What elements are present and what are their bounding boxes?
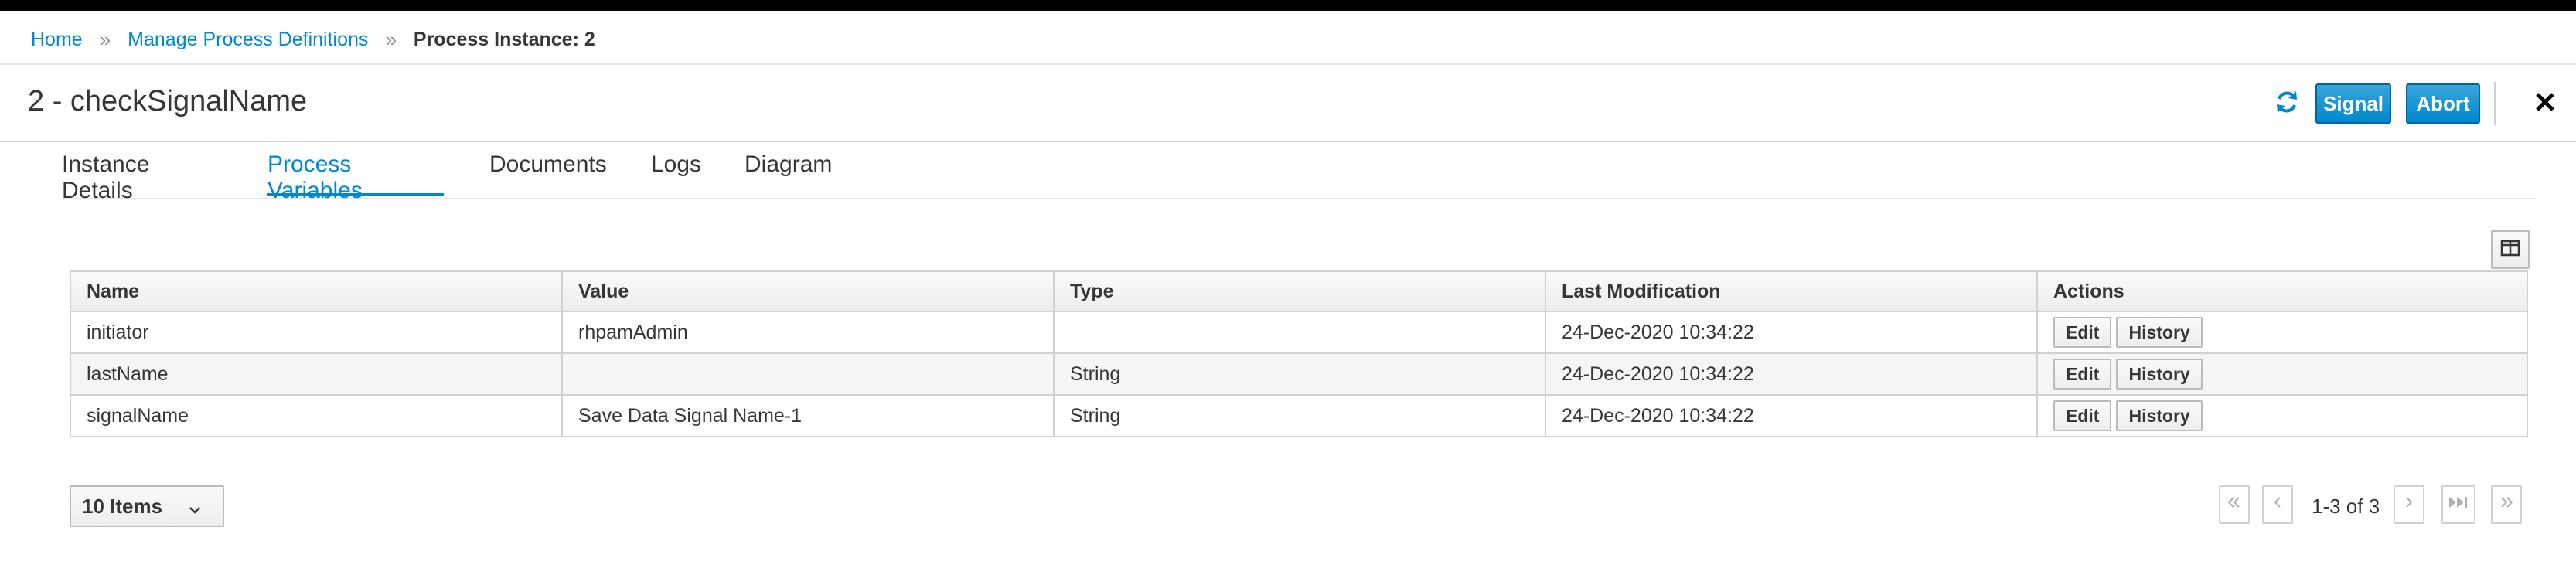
pagination-info: 1-3 of 3 <box>2312 495 2380 518</box>
column-header-last-modification[interactable]: Last Modification <box>1545 270 2038 312</box>
tab-documents[interactable]: Documents <box>489 151 613 196</box>
breadcrumb: Home » Manage Process Definitions » Proc… <box>31 28 595 52</box>
cell-last-modification: 24-Dec-2020 10:34:22 <box>1545 352 2038 396</box>
page-title: 2 - checkSignalName <box>28 85 308 117</box>
tab-bar: Instance Details Process Variables Docum… <box>62 151 2536 203</box>
column-picker-button[interactable] <box>2491 230 2530 269</box>
top-bar <box>0 0 2576 11</box>
cell-value <box>561 352 1055 396</box>
previous-page-button[interactable] <box>2262 485 2293 524</box>
last-page-button[interactable] <box>2491 485 2522 524</box>
breadcrumb-home[interactable]: Home <box>31 29 83 51</box>
page-header: 2 - checkSignalName Signal Abort <box>0 65 2576 142</box>
columns-icon <box>2500 240 2520 260</box>
chevron-right-icon <box>2401 494 2417 515</box>
fast-forward-icon <box>2447 494 2470 515</box>
breadcrumb-current: Process Instance: 2 <box>413 29 595 50</box>
edit-button[interactable]: Edit <box>2053 400 2112 431</box>
chevron-down-icon <box>187 499 203 515</box>
double-chevron-left-icon <box>2227 494 2242 515</box>
table-header-row: Name Value Type Last Modification Action… <box>70 270 2528 312</box>
cell-type <box>1053 311 1546 354</box>
tab-logs[interactable]: Logs <box>651 151 705 196</box>
column-header-value[interactable]: Value <box>561 270 1055 312</box>
cell-name: lastName <box>70 352 563 396</box>
table-row: initiator rhpamAdmin 24-Dec-2020 10:34:2… <box>70 311 2528 354</box>
process-variables-table: Name Value Type Last Modification Action… <box>70 270 2528 437</box>
signal-button[interactable]: Signal <box>2315 83 2391 124</box>
page-size-label: 10 Items <box>82 494 163 518</box>
breadcrumb-separator: » <box>99 28 111 51</box>
cell-type: String <box>1053 394 1546 437</box>
table-row: lastName String 24-Dec-2020 10:34:22 Edi… <box>70 352 2528 396</box>
breadcrumb-bar: Home » Manage Process Definitions » Proc… <box>0 11 2576 65</box>
table-row: signalName Save Data Signal Name-1 Strin… <box>70 394 2528 437</box>
abort-button[interactable]: Abort <box>2406 83 2480 124</box>
tab-process-variables[interactable]: Process Variables <box>267 151 444 203</box>
history-button[interactable]: History <box>2116 400 2203 431</box>
cell-actions: Edit History <box>2036 394 2528 437</box>
cell-name: signalName <box>70 394 563 437</box>
cell-type: String <box>1053 352 1546 396</box>
jump-forward-button[interactable] <box>2441 485 2475 524</box>
column-header-actions: Actions <box>2036 270 2528 312</box>
header-divider <box>2494 82 2496 125</box>
breadcrumb-manage-process-definitions[interactable]: Manage Process Definitions <box>128 29 368 51</box>
cell-value: Save Data Signal Name-1 <box>561 394 1055 437</box>
tab-instance-details[interactable]: Instance Details <box>62 151 224 203</box>
cell-last-modification: 24-Dec-2020 10:34:22 <box>1545 394 2038 437</box>
double-chevron-right-icon <box>2499 494 2514 515</box>
cell-value: rhpamAdmin <box>561 311 1055 354</box>
refresh-icon[interactable] <box>2273 88 2301 116</box>
close-icon[interactable] <box>2531 88 2559 116</box>
cell-actions: Edit History <box>2036 352 2528 396</box>
first-page-button[interactable] <box>2219 485 2250 524</box>
history-button[interactable]: History <box>2116 317 2203 348</box>
column-header-name[interactable]: Name <box>70 270 563 312</box>
history-button[interactable]: History <box>2116 359 2203 390</box>
next-page-button[interactable] <box>2394 485 2424 524</box>
cell-name: initiator <box>70 311 563 354</box>
edit-button[interactable]: Edit <box>2053 359 2112 390</box>
tab-diagram[interactable]: Diagram <box>745 151 837 196</box>
cell-actions: Edit History <box>2036 311 2528 354</box>
page-size-dropdown[interactable]: 10 Items <box>70 485 224 527</box>
column-header-type[interactable]: Type <box>1053 270 1546 312</box>
chevron-left-icon <box>2270 494 2285 515</box>
breadcrumb-separator: » <box>385 28 397 51</box>
edit-button[interactable]: Edit <box>2053 317 2112 348</box>
cell-last-modification: 24-Dec-2020 10:34:22 <box>1545 311 2038 354</box>
